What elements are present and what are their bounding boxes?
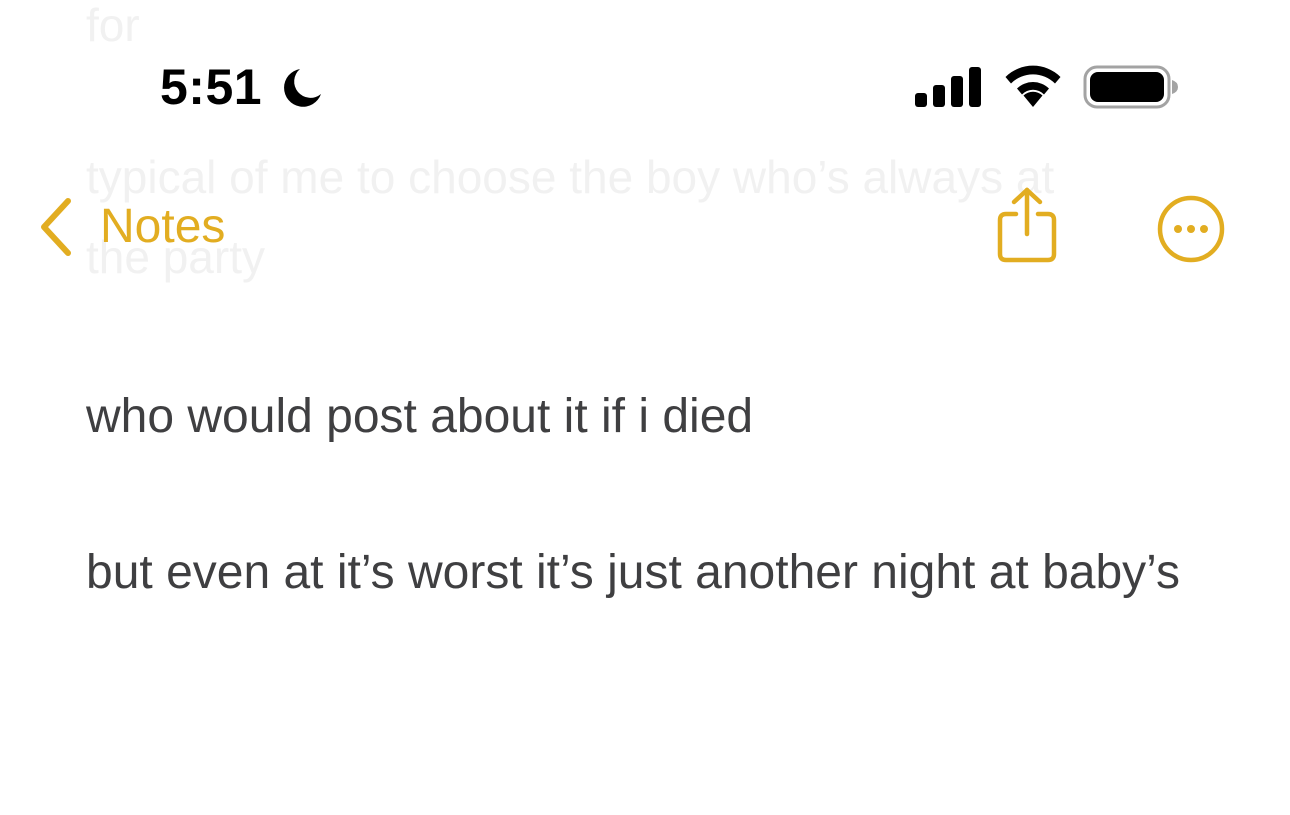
ellipsis-circle-icon[interactable] bbox=[1155, 193, 1227, 265]
chevron-left-icon bbox=[41, 198, 71, 256]
note-paragraph: but even at it’s worst it’s just another… bbox=[86, 546, 1180, 599]
battery-icon bbox=[1083, 65, 1178, 109]
moon-icon bbox=[284, 69, 321, 107]
cellular-signal-icon bbox=[915, 67, 981, 107]
note-text-area[interactable]: who would post about it if i died but ev… bbox=[86, 378, 1206, 612]
faded-note-line: for bbox=[86, 0, 140, 51]
faded-note-line: typical of me to choose the boy who’s al… bbox=[86, 151, 1055, 203]
note-paragraph: who would post about it if i died bbox=[86, 390, 754, 443]
back-label: Notes bbox=[100, 200, 226, 253]
notes-screen: for typical of me to choose the boy who’… bbox=[0, 0, 1290, 815]
wifi-icon bbox=[1005, 65, 1061, 107]
share-icon[interactable] bbox=[994, 186, 1060, 266]
status-time: 5:51 bbox=[160, 59, 263, 115]
back-to-notes-button[interactable]: Notes bbox=[36, 192, 225, 262]
